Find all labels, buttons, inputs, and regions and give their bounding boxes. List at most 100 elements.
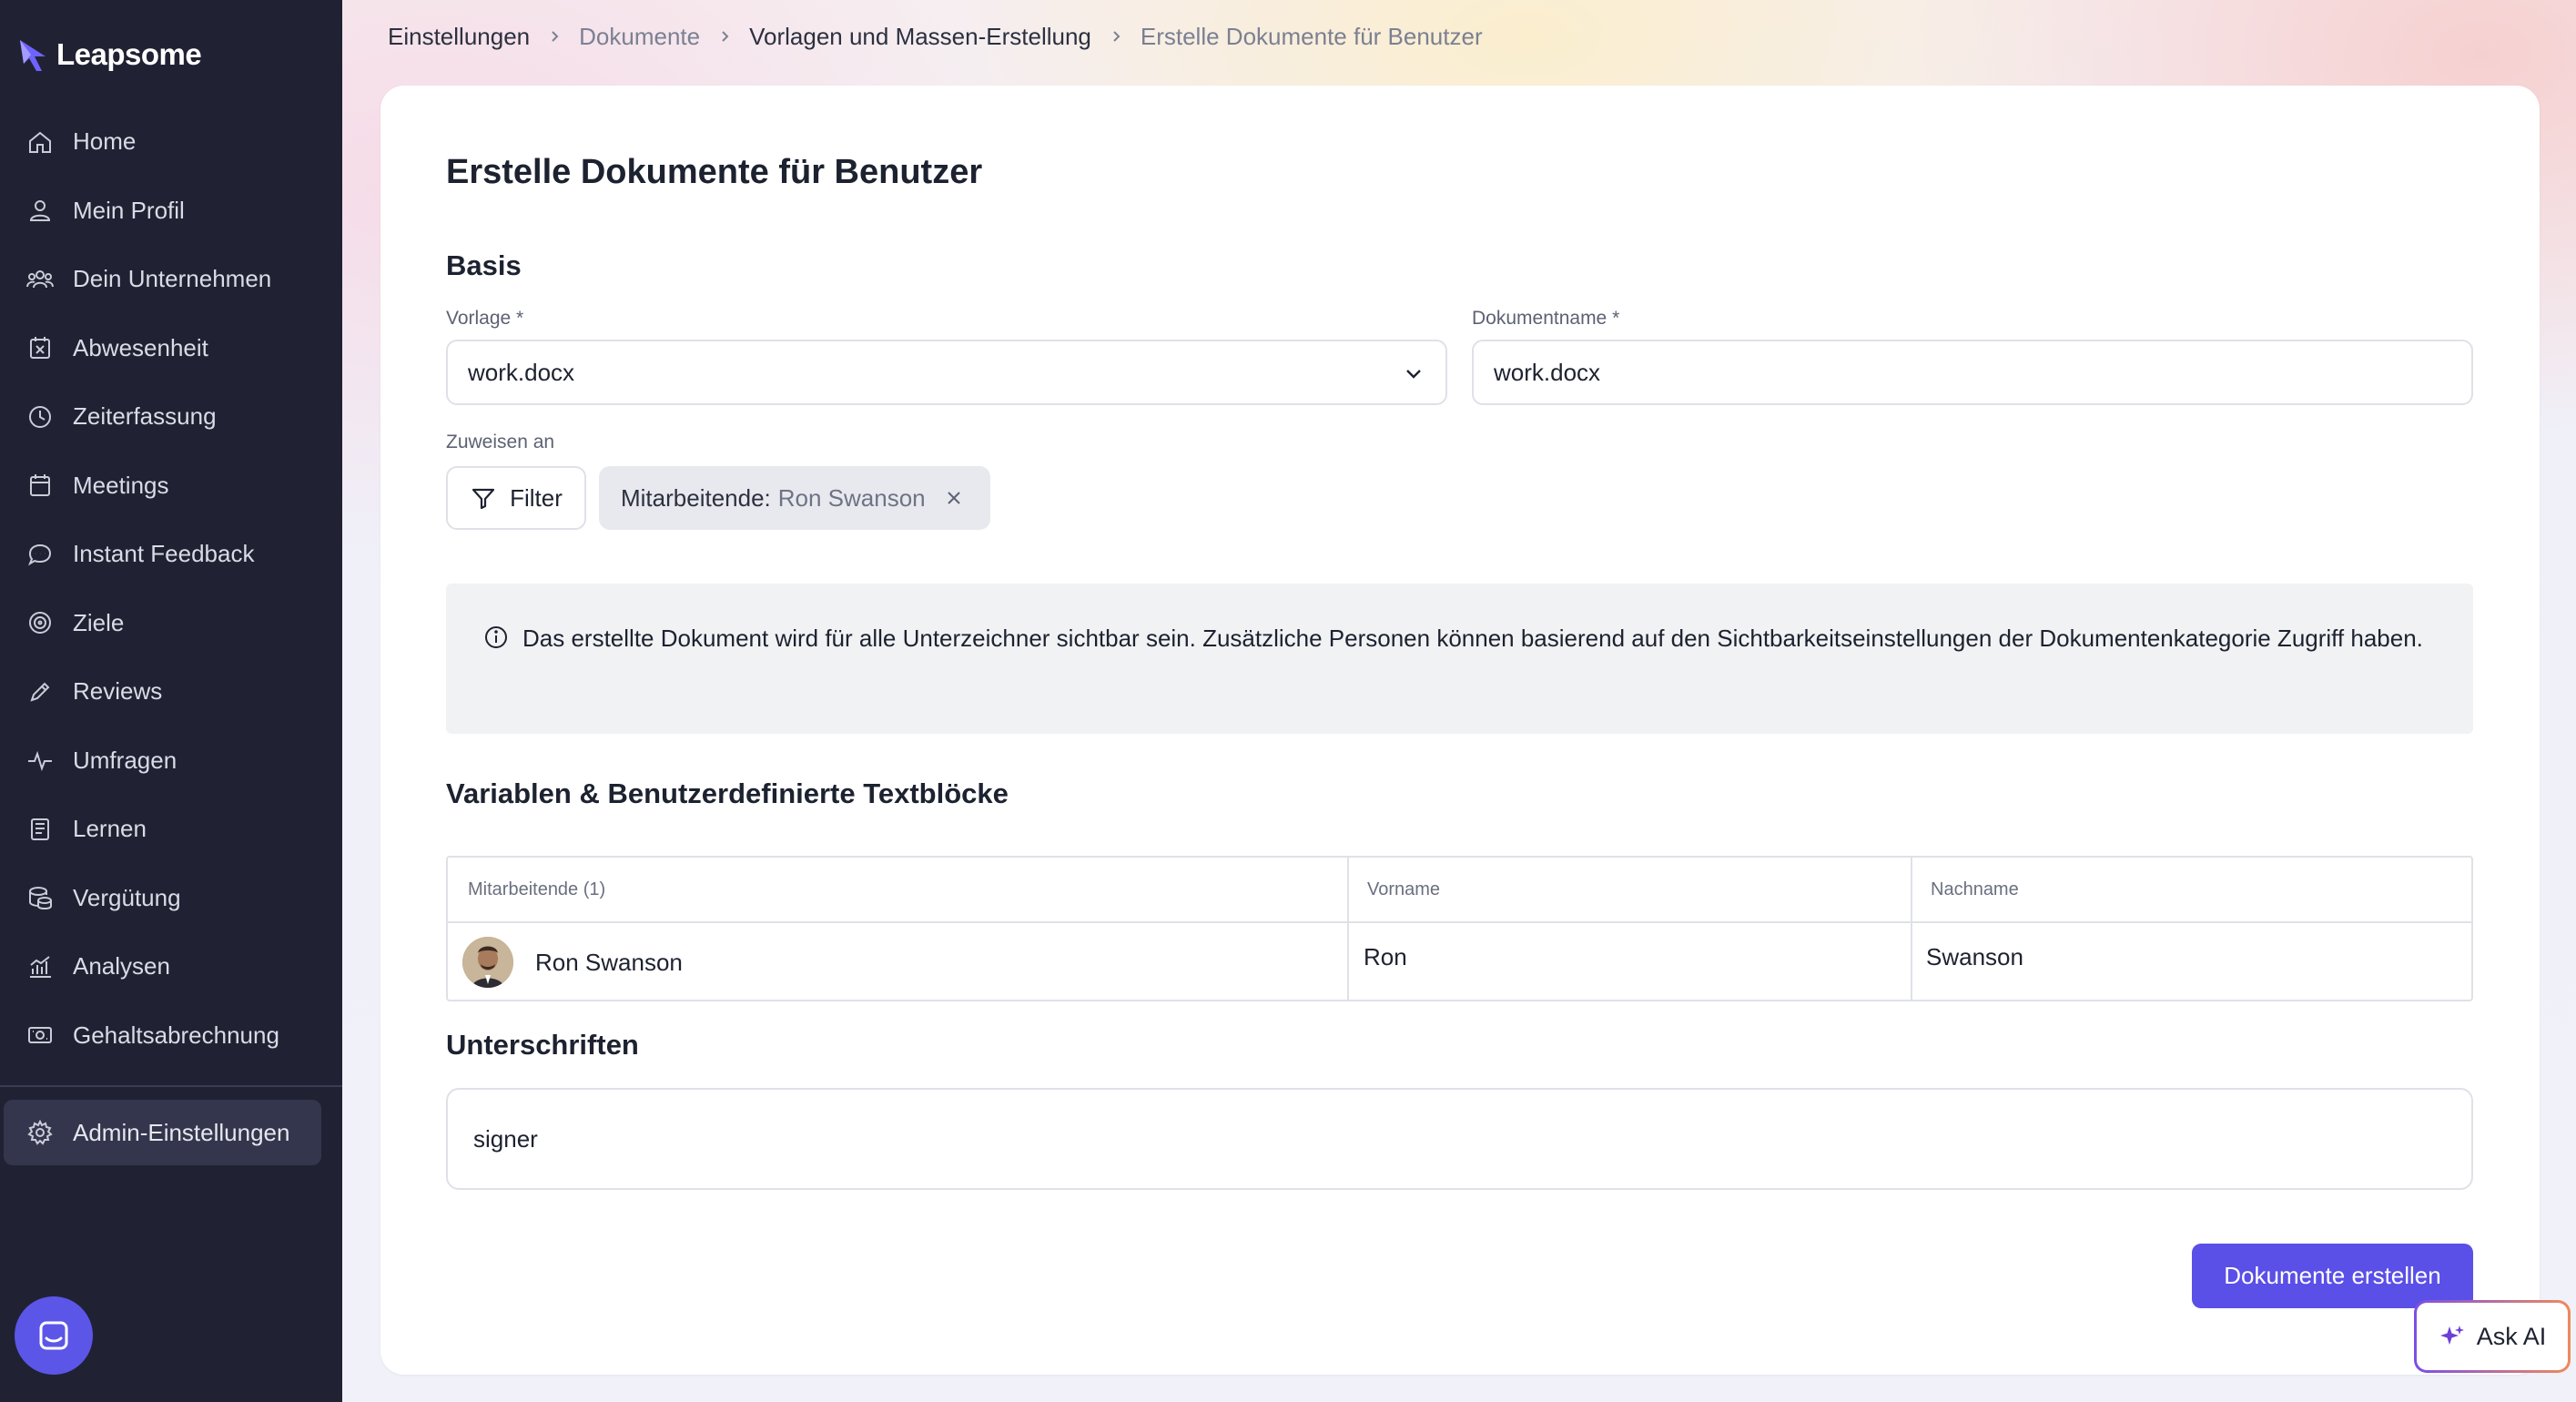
breadcrumb-item-templates[interactable]: Vorlagen und Massen-Erstellung — [749, 23, 1091, 51]
analytics-icon — [25, 952, 55, 981]
table-header-first-name[interactable]: Vorname — [1367, 858, 1440, 921]
column-divider — [1347, 858, 1349, 1000]
sidebar-item-profile[interactable]: Mein Profil — [0, 177, 342, 246]
sidebar: Leapsome Home Mein Profil Dein Unternehm… — [0, 0, 342, 1402]
calendar-x-icon — [25, 333, 55, 362]
chat-bubble-icon — [39, 1321, 68, 1350]
sidebar-item-label: Abwesenheit — [73, 333, 208, 361]
pulse-icon — [25, 746, 55, 775]
sparkle-icon — [2439, 1326, 2464, 1345]
gear-icon — [25, 1118, 55, 1147]
calendar-icon — [25, 471, 55, 500]
breadcrumb-item-settings[interactable]: Einstellungen — [388, 23, 530, 51]
user-icon — [25, 196, 55, 225]
chevron-right-icon — [722, 31, 729, 42]
template-select-value: work.docx — [468, 358, 575, 386]
sidebar-item-instant-feedback[interactable]: Instant Feedback — [0, 520, 342, 589]
sidebar-item-label: Admin-Einstellungen — [73, 1118, 290, 1146]
first-name-cell[interactable]: Ron — [1364, 918, 1407, 996]
employee-cell[interactable]: Ron Swanson — [462, 923, 683, 1000]
sidebar-item-label: Gehaltsabrechnung — [73, 1021, 279, 1049]
template-label: Vorlage * — [446, 308, 524, 329]
breadcrumb: Einstellungen Dokumente Vorlagen und Mas… — [388, 20, 1483, 53]
sidebar-item-label: Analysen — [73, 952, 170, 980]
page-title: Erstelle Dokumente für Benutzer — [446, 153, 983, 191]
column-divider — [1911, 858, 1912, 1000]
document-name-value: work.docx — [1494, 358, 1601, 386]
table-row: Ron Swanson Ron Swanson — [448, 923, 2471, 1000]
sidebar-item-label: Home — [73, 127, 137, 156]
sidebar-item-reviews[interactable]: Reviews — [0, 657, 342, 726]
ask-ai-label: Ask AI — [2476, 1322, 2547, 1350]
home-icon — [25, 127, 55, 157]
sidebar-divider — [0, 1085, 342, 1087]
filter-button-label: Filter — [510, 483, 563, 512]
sidebar-item-learning[interactable]: Lernen — [0, 795, 342, 864]
section-title-signatures: Unterschriften — [446, 1029, 639, 1061]
sidebar-item-compensation[interactable]: Vergütung — [0, 864, 342, 933]
chat-launcher-button[interactable] — [15, 1296, 93, 1375]
template-select[interactable]: work.docx — [446, 340, 1447, 405]
users-icon — [25, 265, 55, 294]
sidebar-item-company[interactable]: Dein Unternehmen — [0, 245, 342, 314]
clock-icon — [25, 402, 55, 432]
sidebar-item-absence[interactable]: Abwesenheit — [0, 314, 342, 383]
close-icon[interactable] — [944, 488, 964, 508]
book-icon — [25, 815, 55, 844]
chip-value: Ron Swanson — [777, 483, 926, 512]
ask-ai-button[interactable]: Ask AI — [2414, 1300, 2571, 1373]
sidebar-item-surveys[interactable]: Umfragen — [0, 726, 342, 796]
sidebar-item-label: Zeiterfassung — [73, 402, 217, 431]
sidebar-item-home[interactable]: Home — [0, 107, 342, 177]
sidebar-item-admin-settings[interactable]: Admin-Einstellungen — [4, 1100, 321, 1165]
payroll-icon — [25, 1021, 55, 1050]
sidebar-item-payroll[interactable]: Gehaltsabrechnung — [0, 1001, 342, 1071]
chip-key: Mitarbeitende: — [621, 483, 771, 512]
avatar — [462, 937, 513, 988]
employee-filter-chip[interactable]: Mitarbeitende: Ron Swanson — [599, 466, 990, 530]
filter-icon — [472, 488, 495, 510]
sidebar-nav: Home Mein Profil Dein Unternehmen Abwese… — [0, 107, 342, 1070]
section-title-basis: Basis — [446, 249, 522, 281]
sidebar-item-label: Lernen — [73, 815, 147, 843]
chat-icon — [25, 540, 55, 569]
chevron-down-icon — [1406, 370, 1421, 379]
table-header-row: Mitarbeitende (1) Vorname Nachname — [448, 858, 2471, 923]
create-documents-button[interactable]: Dokumente erstellen — [2192, 1244, 2473, 1308]
sidebar-item-label: Reviews — [73, 677, 163, 706]
signer-field[interactable]: signer — [446, 1088, 2473, 1190]
document-name-label: Dokumentname * — [1472, 308, 1620, 329]
sidebar-item-label: Vergütung — [73, 883, 181, 911]
filter-button[interactable]: Filter — [446, 466, 586, 530]
chevron-right-icon — [1113, 31, 1121, 42]
signer-label: signer — [473, 1124, 538, 1153]
sidebar-item-meetings[interactable]: Meetings — [0, 452, 342, 521]
last-name-cell[interactable]: Swanson — [1926, 918, 2023, 996]
sidebar-item-analytics[interactable]: Analysen — [0, 932, 342, 1001]
sidebar-item-time-tracking[interactable]: Zeiterfassung — [0, 382, 342, 452]
pencil-icon — [25, 677, 55, 706]
sidebar-item-label: Dein Unternehmen — [73, 265, 272, 293]
breadcrumb-item-current: Erstelle Dokumente für Benutzer — [1140, 22, 1483, 50]
table-header-last-name[interactable]: Nachname — [1931, 858, 2019, 921]
target-icon — [25, 608, 55, 637]
sidebar-item-label: Umfragen — [73, 746, 177, 774]
sidebar-item-label: Ziele — [73, 608, 125, 636]
sidebar-item-label: Meetings — [73, 471, 169, 499]
section-title-variables: Variablen & Benutzerdefinierte Textblöck… — [446, 777, 1009, 809]
chevron-right-icon — [552, 31, 559, 42]
document-name-input[interactable]: work.docx — [1472, 340, 2473, 405]
app-logo[interactable]: Leapsome — [18, 33, 202, 76]
sidebar-item-label: Mein Profil — [73, 196, 185, 224]
employee-name: Ron Swanson — [535, 948, 683, 976]
info-icon — [485, 626, 507, 648]
leapsome-logo-icon — [20, 40, 46, 71]
breadcrumb-item-documents[interactable]: Dokumente — [579, 23, 700, 51]
variables-table: Mitarbeitende (1) Vorname Nachname Ron S… — [446, 856, 2473, 1001]
assign-to-label: Zuweisen an — [446, 432, 555, 452]
sidebar-item-label: Instant Feedback — [73, 540, 255, 568]
table-header-employees[interactable]: Mitarbeitende (1) — [468, 858, 605, 921]
info-text: Das erstellte Dokument wird für alle Unt… — [522, 625, 2423, 652]
sidebar-item-goals[interactable]: Ziele — [0, 589, 342, 658]
coins-icon — [25, 883, 55, 912]
